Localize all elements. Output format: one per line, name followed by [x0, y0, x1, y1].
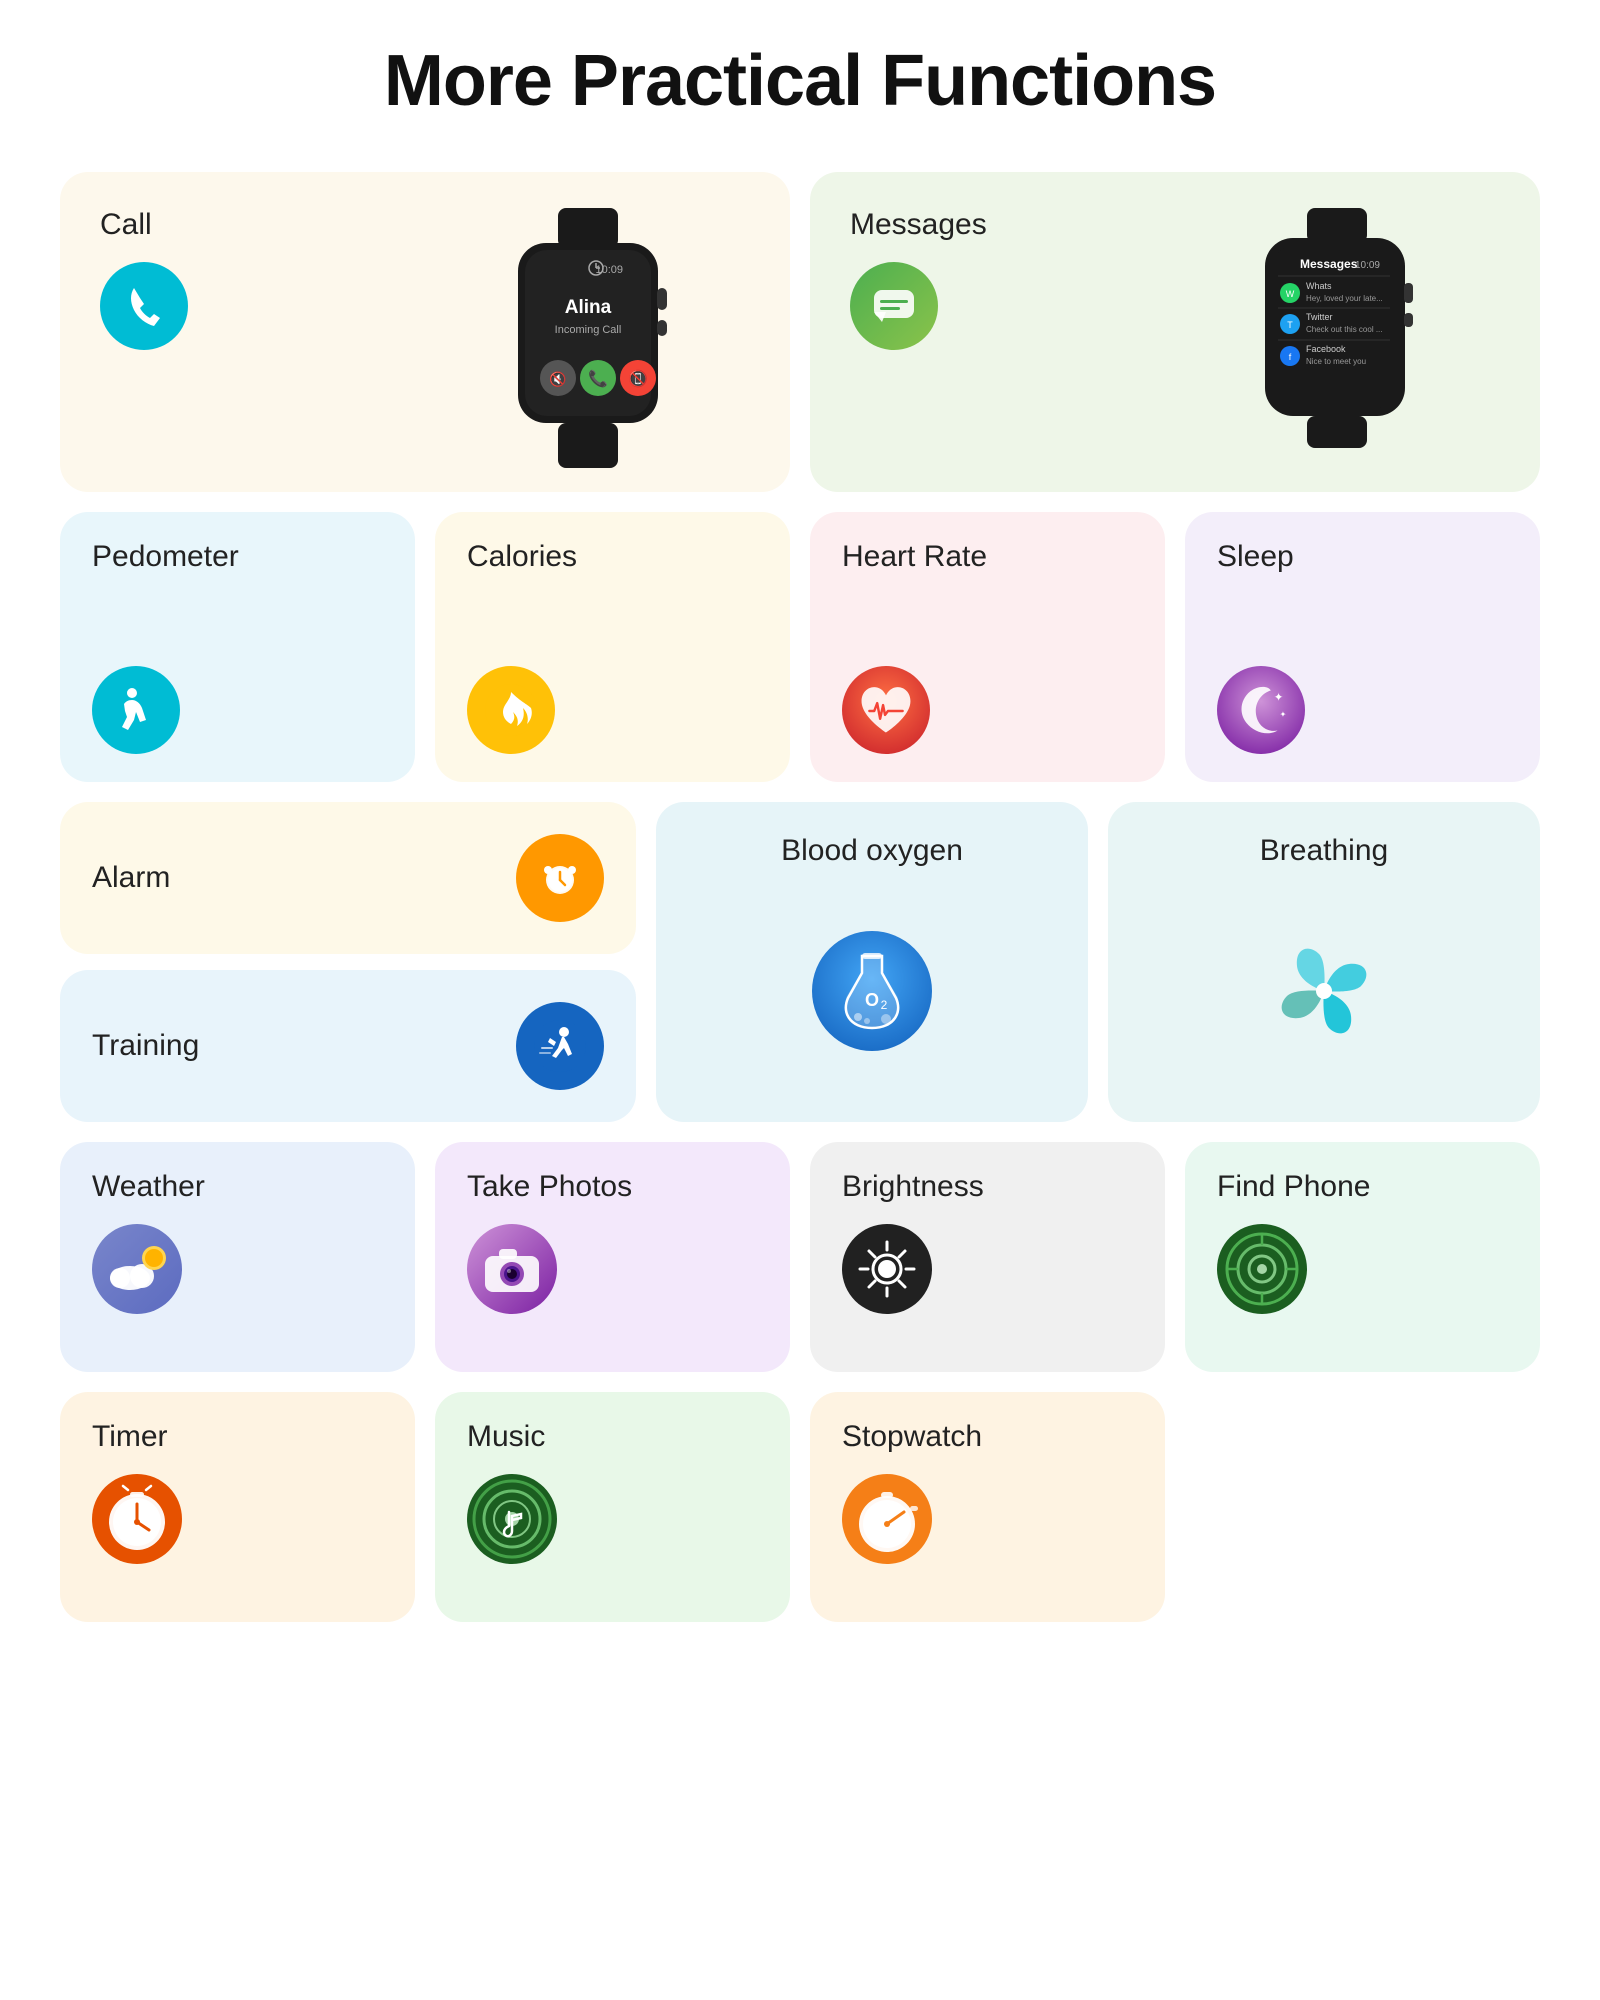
- bottom-grid: Weather Take Photos: [60, 1142, 1540, 1622]
- weather-label: Weather: [92, 1170, 205, 1204]
- messages-watch-svg: Messages 10:09 W Whats Hey, loved your l…: [1260, 208, 1415, 448]
- heartrate-icon: [842, 666, 930, 754]
- alarm-icon: [516, 834, 604, 922]
- heartrate-card: Heart Rate: [810, 512, 1165, 782]
- takephotos-label: Take Photos: [467, 1170, 632, 1204]
- messages-card: Messages: [810, 172, 1540, 492]
- training-label: Training: [92, 1029, 199, 1063]
- findphone-icon: [1217, 1224, 1307, 1314]
- sleep-card: Sleep ✦ ✦: [1185, 512, 1540, 782]
- svg-text:Check out this cool ...: Check out this cool ...: [1306, 325, 1382, 334]
- svg-text:W: W: [1286, 289, 1295, 299]
- alarm-card: Alarm: [60, 802, 636, 954]
- sleep-label: Sleep: [1217, 540, 1294, 574]
- call-card: Call: [60, 172, 790, 492]
- brightness-label: Brightness: [842, 1170, 984, 1204]
- row-3: Alarm Tr: [60, 802, 1540, 1122]
- svg-text:Hey, loved your late...: Hey, loved your late...: [1306, 294, 1383, 303]
- calories-label: Calories: [467, 540, 577, 574]
- svg-text:✦: ✦: [1280, 710, 1287, 719]
- heartrate-label: Heart Rate: [842, 540, 987, 574]
- row-1: Call: [60, 172, 1540, 492]
- row-2: Pedometer Calories Heart Rate: [60, 512, 1540, 782]
- sleep-icon: ✦ ✦: [1217, 666, 1305, 754]
- svg-text:T: T: [1287, 320, 1293, 330]
- stopwatch-card: Stopwatch: [810, 1392, 1165, 1622]
- call-icon: [100, 262, 188, 350]
- pedometer-card: Pedometer: [60, 512, 415, 782]
- pedometer-icon: [92, 666, 180, 754]
- timer-icon: [92, 1474, 182, 1564]
- call-watch-svg: 10:09 Alina Incoming Call 🔇 📞 📵: [503, 208, 673, 468]
- svg-text:Nice to meet you: Nice to meet you: [1306, 357, 1366, 366]
- svg-text:Alina: Alina: [564, 297, 611, 318]
- bloodoxygen-card: Blood oxygen O 2: [656, 802, 1088, 1122]
- svg-text:2: 2: [881, 998, 888, 1012]
- music-label: Music: [467, 1420, 545, 1454]
- training-icon: [516, 1002, 604, 1090]
- brightness-icon: [842, 1224, 932, 1314]
- svg-text:Whats: Whats: [1306, 281, 1332, 291]
- breathing-card: Breathing: [1108, 802, 1540, 1122]
- svg-text:✦: ✦: [1274, 691, 1284, 704]
- timer-label: Timer: [92, 1420, 168, 1454]
- empty-card: [1185, 1392, 1540, 1622]
- bloodoxygen-icon: O 2: [812, 931, 932, 1051]
- alarm-training-stack: Alarm Tr: [60, 802, 636, 1122]
- call-label: Call: [100, 208, 152, 242]
- findphone-label: Find Phone: [1217, 1170, 1370, 1204]
- page-title: More Practical Functions: [60, 40, 1540, 122]
- findphone-card: Find Phone: [1185, 1142, 1540, 1372]
- messages-watch-display: Messages 10:09 W Whats Hey, loved your l…: [1175, 208, 1500, 448]
- svg-text:🔇: 🔇: [549, 371, 566, 388]
- brightness-card: Brightness: [810, 1142, 1165, 1372]
- takephotos-card: Take Photos: [435, 1142, 790, 1372]
- weather-icon: [92, 1224, 182, 1314]
- calories-icon: [467, 666, 555, 754]
- call-watch-display: 10:09 Alina Incoming Call 🔇 📞 📵: [425, 208, 750, 468]
- takephotos-icon: [467, 1224, 557, 1314]
- svg-text:📵: 📵: [628, 369, 648, 388]
- svg-text:Messages: Messages: [1300, 257, 1358, 271]
- messages-icon: [850, 262, 938, 350]
- svg-text:Incoming Call: Incoming Call: [554, 324, 621, 336]
- svg-text:📞: 📞: [588, 368, 608, 388]
- svg-text:Facebook: Facebook: [1306, 344, 1346, 354]
- svg-text:10:09: 10:09: [1355, 260, 1380, 271]
- music-card: Music: [435, 1392, 790, 1622]
- pedometer-label: Pedometer: [92, 540, 239, 574]
- alarm-label: Alarm: [92, 861, 170, 895]
- stopwatch-icon: [842, 1474, 932, 1564]
- breathing-label: Breathing: [1260, 834, 1388, 868]
- training-card: Training: [60, 970, 636, 1122]
- functions-grid: Call: [60, 172, 1540, 1622]
- bloodoxygen-label: Blood oxygen: [781, 834, 963, 868]
- messages-label: Messages: [850, 208, 987, 242]
- svg-text:Twitter: Twitter: [1306, 312, 1333, 322]
- music-icon: [467, 1474, 557, 1564]
- timer-card: Timer: [60, 1392, 415, 1622]
- bloodoxygen-icon-wrap: O 2: [696, 892, 1048, 1090]
- svg-text:O: O: [865, 990, 879, 1010]
- breathing-icon-wrap: [1148, 892, 1500, 1090]
- stopwatch-label: Stopwatch: [842, 1420, 982, 1454]
- weather-card: Weather: [60, 1142, 415, 1372]
- calories-card: Calories: [435, 512, 790, 782]
- breathing-icon: [1269, 936, 1379, 1046]
